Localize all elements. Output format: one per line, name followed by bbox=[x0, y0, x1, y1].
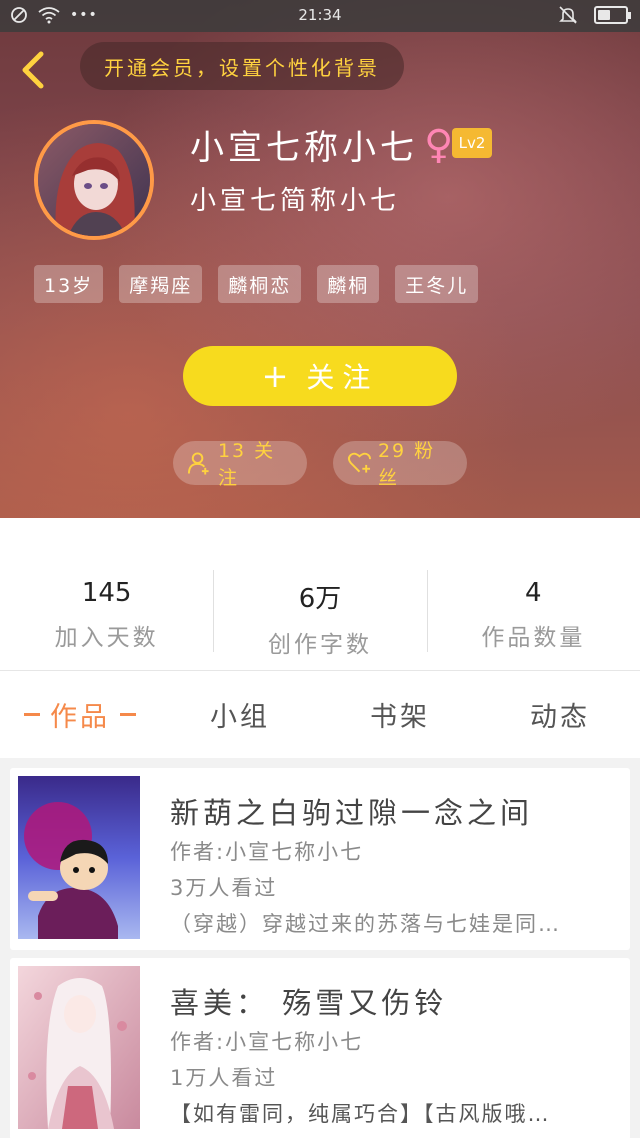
work-views: 1万人看过 bbox=[170, 1066, 278, 1090]
work-card[interactable]: 新葫之白驹过隙一念之间 作者:小宣七称小七 3万人看过 （穿越）穿越过来的苏落与… bbox=[10, 768, 630, 950]
username: 小宣七称小七 ♀ bbox=[190, 120, 457, 169]
battery-icon bbox=[594, 6, 631, 24]
tab-label: 小组 bbox=[210, 702, 270, 733]
work-author: 作者:小宣七称小七 bbox=[170, 1030, 364, 1054]
tag-item: 麟桐 bbox=[317, 265, 380, 303]
stat-value: 4 bbox=[525, 578, 542, 608]
work-cover bbox=[18, 966, 140, 1129]
status-right bbox=[558, 5, 631, 25]
active-dash-left bbox=[24, 713, 40, 716]
fans-count-button[interactable]: 29 粉丝 bbox=[333, 440, 467, 489]
works-list: 新葫之白驹过隙一念之间 作者:小宣七称小七 3万人看过 （穿越）穿越过来的苏落与… bbox=[0, 758, 640, 1138]
plus-icon: + bbox=[261, 357, 297, 395]
following-label: 13 关注 bbox=[217, 440, 276, 489]
stat-works-count: 4 作品数量 bbox=[426, 518, 640, 670]
avatar[interactable] bbox=[34, 120, 154, 240]
tab-label: 作品 bbox=[50, 702, 110, 733]
active-dash-right bbox=[120, 713, 136, 716]
tab-groups[interactable]: 小组 bbox=[160, 671, 320, 758]
vip-background-banner[interactable]: 开通会员，设置个性化背景 bbox=[80, 42, 404, 90]
cover-image bbox=[18, 776, 140, 939]
tab-label: 书架 bbox=[370, 702, 430, 733]
following-count-button[interactable]: 13 关注 bbox=[173, 440, 307, 489]
tag-age: 13岁 bbox=[34, 265, 104, 303]
tab-activity[interactable]: 动态 bbox=[480, 671, 640, 758]
username-text: 小宣七称小七 bbox=[190, 128, 418, 168]
status-time: 21:34 bbox=[298, 6, 342, 24]
tag-zodiac: 摩羯座 bbox=[119, 265, 203, 303]
mute-bell-icon bbox=[559, 6, 577, 24]
work-description: 【如有雷同，纯属巧合】【古风版哦… bbox=[170, 1102, 551, 1126]
stat-label: 创作字数 bbox=[267, 632, 372, 658]
tab-bar: 作品 小组 书架 动态 bbox=[0, 670, 640, 758]
work-views: 3万人看过 bbox=[170, 876, 278, 900]
tag-item: 王冬儿 bbox=[395, 265, 479, 303]
back-button[interactable] bbox=[14, 48, 54, 92]
work-author: 作者:小宣七称小七 bbox=[170, 840, 364, 864]
work-card[interactable]: 喜美： 殇雪又伤铃 作者:小宣七称小七 1万人看过 【如有雷同，纯属巧合】【古风… bbox=[10, 958, 630, 1138]
stat-value: 6万 bbox=[298, 584, 342, 614]
work-title: 新葫之白驹过隙一念之间 bbox=[170, 796, 534, 830]
work-cover bbox=[18, 776, 140, 939]
fans-label: 29 粉丝 bbox=[377, 440, 436, 489]
stat-word-count: 6万 创作字数 bbox=[213, 518, 426, 670]
status-bar: ••• 21:34 bbox=[0, 0, 640, 32]
stat-label: 作品数量 bbox=[481, 625, 586, 651]
follow-label: 关注 bbox=[306, 361, 379, 394]
tab-label: 动态 bbox=[530, 702, 590, 733]
stat-join-days: 145 加入天数 bbox=[0, 518, 213, 670]
follow-button[interactable]: + 关注 bbox=[183, 346, 457, 406]
level-badge: Lv2 bbox=[452, 128, 492, 158]
user-add-icon bbox=[187, 452, 209, 475]
tag-item: 麟桐恋 bbox=[218, 265, 302, 303]
work-description: （穿越）穿越过来的苏落与七娃是同… bbox=[170, 912, 561, 936]
heart-add-icon bbox=[347, 452, 371, 473]
profile-header: ••• 21:34 开通会员，设置个性化背景 小宣七称小七 ♀ Lv2 小宣七简… bbox=[0, 0, 640, 518]
stat-value: 145 bbox=[81, 578, 132, 608]
cover-image bbox=[18, 966, 140, 1129]
tab-works[interactable]: 作品 bbox=[0, 671, 160, 758]
stats-row: 145 加入天数 6万 创作字数 4 作品数量 bbox=[0, 518, 640, 670]
avatar-image bbox=[38, 124, 150, 236]
tag-list: 13岁 摩羯座 麟桐恋 麟桐 王冬儿 bbox=[34, 265, 479, 303]
tab-bookshelf[interactable]: 书架 bbox=[320, 671, 480, 758]
work-title: 喜美： 殇雪又伤铃 bbox=[170, 986, 448, 1020]
battery-fill bbox=[598, 10, 610, 20]
stat-label: 加入天数 bbox=[54, 625, 159, 651]
chevron-left-icon bbox=[22, 51, 44, 89]
signature: 小宣七简称小七 bbox=[190, 186, 401, 216]
